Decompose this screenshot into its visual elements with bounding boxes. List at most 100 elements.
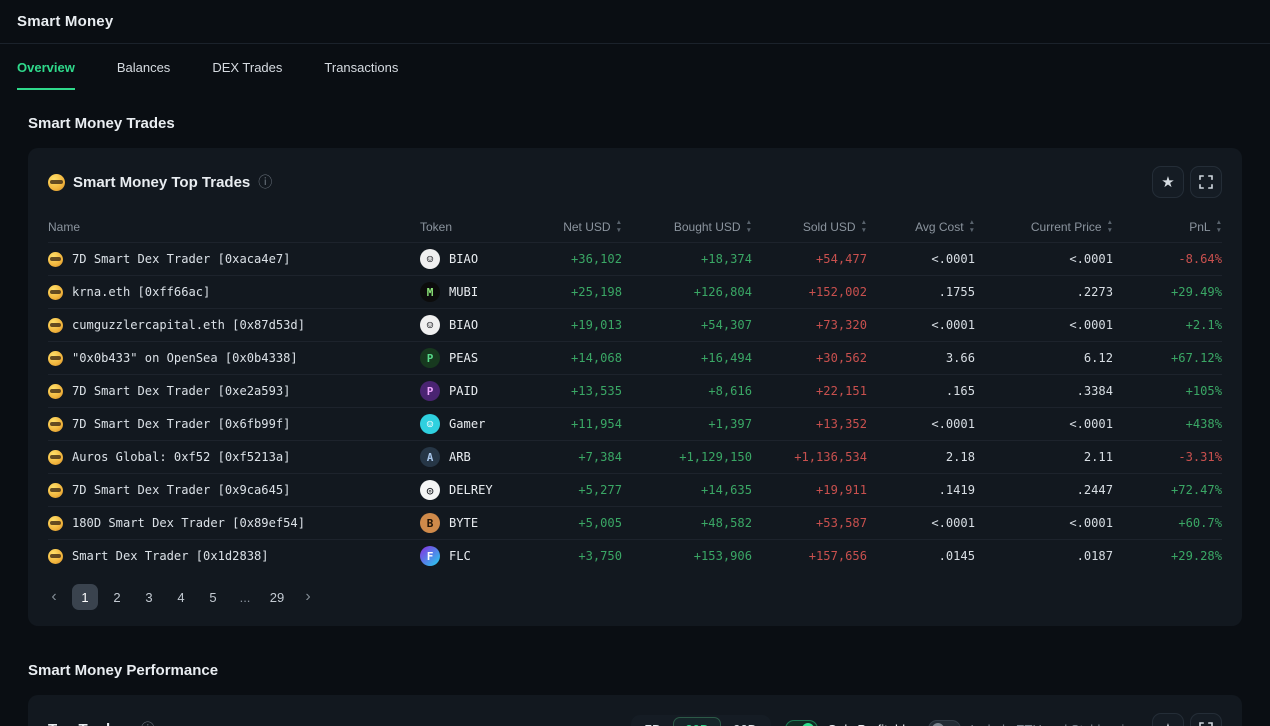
- current-price-value: 2.11: [975, 450, 1113, 464]
- info-icon[interactable]: ⓘ: [258, 175, 272, 189]
- card-title: Top Traders: [48, 721, 133, 726]
- tab-bar: Overview Balances DEX Trades Transactions: [0, 44, 1270, 90]
- table-row[interactable]: 7D Smart Dex Trader [0x6fb99f] ☺ Gamer +…: [48, 407, 1222, 440]
- bought-usd-value: +18,374: [622, 252, 752, 266]
- sort-icon: ▲▼: [1216, 220, 1222, 235]
- pnl-value: +29.28%: [1113, 549, 1222, 563]
- tab-overview[interactable]: Overview: [17, 44, 75, 90]
- table-row[interactable]: 7D Smart Dex Trader [0xe2a593] P PAID +1…: [48, 374, 1222, 407]
- table-header-row: NameTokenNet USD▲▼Bought USD▲▼Sold USD▲▼…: [48, 212, 1222, 242]
- toggle-label: Only Profitable: [827, 722, 912, 726]
- net-usd-value: +3,750: [500, 549, 622, 563]
- token-icon: A: [420, 447, 440, 467]
- trader-name: 180D Smart Dex Trader [0x89ef54]: [72, 516, 305, 530]
- period-button-90d[interactable]: 90D: [721, 717, 769, 726]
- table-row[interactable]: 7D Smart Dex Trader [0xaca4e7] ☺ BIAO +3…: [48, 242, 1222, 275]
- top-trades-table: NameTokenNet USD▲▼Bought USD▲▼Sold USD▲▼…: [28, 212, 1242, 572]
- tab-dex-trades[interactable]: DEX Trades: [212, 44, 282, 90]
- nerd-face-emoji: [48, 318, 63, 333]
- page-button-1[interactable]: 1: [72, 584, 98, 610]
- token-symbol: DELREY: [449, 483, 493, 497]
- token-symbol: PEAS: [449, 351, 478, 365]
- tab-balances[interactable]: Balances: [117, 44, 170, 90]
- token-icon: F: [420, 546, 440, 566]
- current-price-value: <.0001: [975, 318, 1113, 332]
- net-usd-value: +5,277: [500, 483, 622, 497]
- toggle-switch[interactable]: [785, 720, 818, 726]
- current-price-value: .2273: [975, 285, 1113, 299]
- current-price-value: 6.12: [975, 351, 1113, 365]
- current-price-value: <.0001: [975, 516, 1113, 530]
- pnl-value: -3.31%: [1113, 450, 1222, 464]
- column-header-sold-usd[interactable]: Sold USD▲▼: [752, 212, 867, 242]
- page-title: Smart Money: [17, 13, 113, 30]
- token-symbol: BIAO: [449, 252, 478, 266]
- token-icon: B: [420, 513, 440, 533]
- net-usd-value: +13,535: [500, 384, 622, 398]
- toggle-only-profitable[interactable]: Only Profitable: [785, 720, 912, 726]
- column-header-net-usd[interactable]: Net USD▲▼: [500, 212, 622, 242]
- avg-cost-value: .1755: [867, 285, 975, 299]
- toggle-switch[interactable]: [928, 720, 961, 726]
- token-symbol: FLC: [449, 549, 471, 563]
- trader-name: 7D Smart Dex Trader [0xaca4e7]: [72, 252, 290, 266]
- pnl-value: +2.1%: [1113, 318, 1222, 332]
- bought-usd-value: +126,804: [622, 285, 752, 299]
- column-header-pnl[interactable]: PnL▲▼: [1113, 212, 1222, 242]
- star-icon: ★: [1161, 722, 1174, 726]
- trades-section-heading: Smart Money Trades: [28, 115, 1242, 132]
- nerd-face-emoji: [48, 285, 63, 300]
- column-header-current-price[interactable]: Current Price▲▼: [975, 212, 1113, 242]
- nerd-face-emoji: [48, 351, 63, 366]
- bought-usd-value: +48,582: [622, 516, 752, 530]
- page-button-5[interactable]: 5: [200, 584, 226, 610]
- avg-cost-value: <.0001: [867, 516, 975, 530]
- expand-button[interactable]: [1190, 713, 1222, 726]
- page-button-29[interactable]: 29: [264, 584, 290, 610]
- favorite-button[interactable]: ★: [1152, 166, 1184, 198]
- prev-page-button[interactable]: ‹: [42, 584, 66, 610]
- pnl-value: +60.7%: [1113, 516, 1222, 530]
- column-header-avg-cost[interactable]: Avg Cost▲▼: [867, 212, 975, 242]
- period-selector: 7D30D90D: [631, 715, 771, 726]
- info-icon[interactable]: ⓘ: [141, 722, 155, 726]
- top-traders-card: Top Traders ⓘ 7D30D90D Only Profitable In…: [28, 695, 1242, 726]
- nerd-face-emoji: [48, 384, 63, 399]
- token-icon: ◎: [420, 480, 440, 500]
- bought-usd-value: +8,616: [622, 384, 752, 398]
- nerd-face-emoji: [48, 450, 63, 465]
- table-row[interactable]: 7D Smart Dex Trader [0x9ca645] ◎ DELREY …: [48, 473, 1222, 506]
- current-price-value: <.0001: [975, 417, 1113, 431]
- table-row[interactable]: Smart Dex Trader [0x1d2838] F FLC +3,750…: [48, 539, 1222, 572]
- trader-name: cumguzzlercapital.eth [0x87d53d]: [72, 318, 305, 332]
- app-header: Smart Money: [0, 0, 1270, 44]
- table-row[interactable]: cumguzzlercapital.eth [0x87d53d] ☺ BIAO …: [48, 308, 1222, 341]
- column-header-bought-usd[interactable]: Bought USD▲▼: [622, 212, 752, 242]
- page-ellipsis: ...: [232, 584, 258, 610]
- favorite-button[interactable]: ★: [1152, 713, 1184, 726]
- tab-transactions[interactable]: Transactions: [324, 44, 398, 90]
- next-page-button[interactable]: ›: [296, 584, 320, 610]
- trader-name: "0x0b433" on OpenSea [0x0b4338]: [72, 351, 298, 365]
- net-usd-value: +25,198: [500, 285, 622, 299]
- table-row[interactable]: Auros Global: 0xf52 [0xf5213a] A ARB +7,…: [48, 440, 1222, 473]
- toggle-include-eth-and-stablecoins[interactable]: Include ETH and Stablecoins: [928, 720, 1138, 726]
- table-row[interactable]: "0x0b433" on OpenSea [0x0b4338] P PEAS +…: [48, 341, 1222, 374]
- pnl-value: -8.64%: [1113, 252, 1222, 266]
- period-button-7d[interactable]: 7D: [633, 717, 674, 726]
- nerd-face-emoji: [48, 549, 63, 564]
- period-button-30d[interactable]: 30D: [673, 717, 721, 726]
- table-row[interactable]: 180D Smart Dex Trader [0x89ef54] B BYTE …: [48, 506, 1222, 539]
- page-button-2[interactable]: 2: [104, 584, 130, 610]
- net-usd-value: +36,102: [500, 252, 622, 266]
- table-row[interactable]: krna.eth [0xff66ac] M MUBI +25,198 +126,…: [48, 275, 1222, 308]
- net-usd-value: +19,013: [500, 318, 622, 332]
- trader-name: 7D Smart Dex Trader [0x6fb99f]: [72, 417, 290, 431]
- card-title: Smart Money Top Trades: [73, 174, 250, 191]
- token-symbol: MUBI: [449, 285, 478, 299]
- current-price-value: .3384: [975, 384, 1113, 398]
- pnl-value: +438%: [1113, 417, 1222, 431]
- page-button-3[interactable]: 3: [136, 584, 162, 610]
- page-button-4[interactable]: 4: [168, 584, 194, 610]
- expand-button[interactable]: [1190, 166, 1222, 198]
